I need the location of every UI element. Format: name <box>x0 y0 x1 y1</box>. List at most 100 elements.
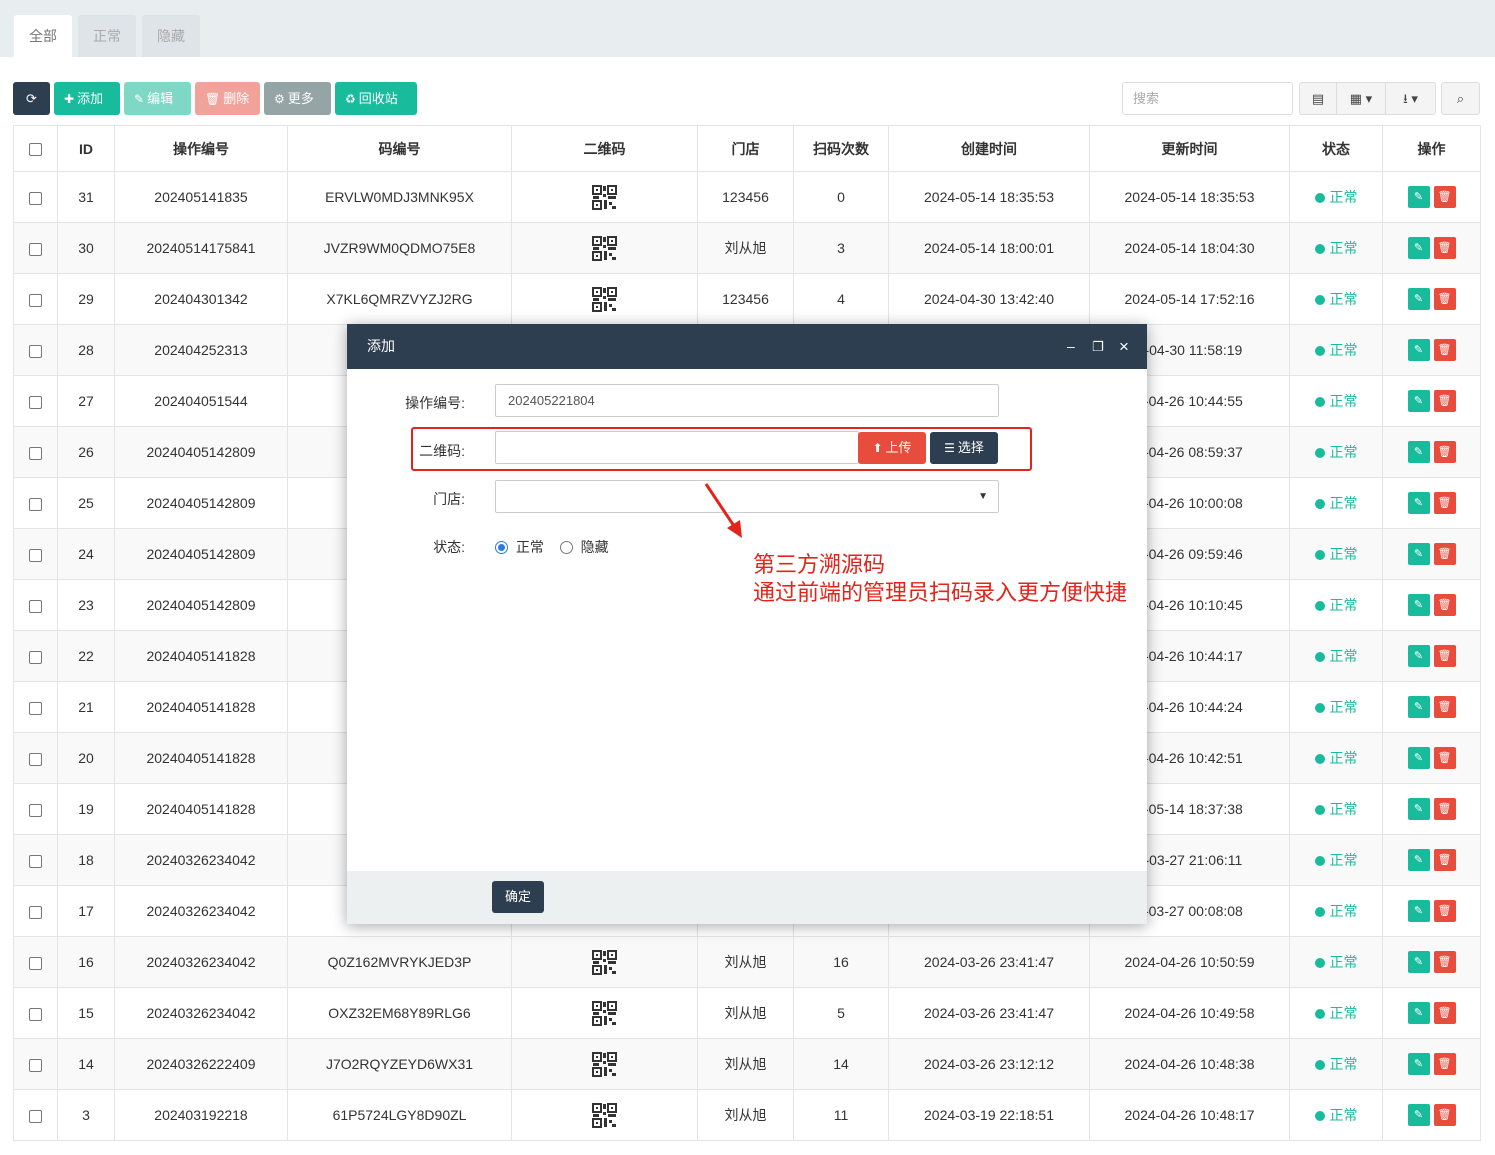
more-button[interactable]: ⚙ 更多 <box>264 82 331 115</box>
row-delete-button[interactable]: 🗑 <box>1433 441 1456 463</box>
row-edit-button[interactable]: ✎ <box>1407 849 1430 871</box>
col-id[interactable]: ID <box>57 125 115 172</box>
row-checkbox[interactable] <box>13 426 58 478</box>
row-checkbox[interactable] <box>13 936 58 988</box>
maximize-icon[interactable]: ❐ <box>1092 324 1104 369</box>
row-edit-button[interactable]: ✎ <box>1407 339 1430 361</box>
qrcode-icon[interactable] <box>592 1000 617 1026</box>
status-normal-radio[interactable] <box>495 541 508 554</box>
op-no-field[interactable]: 202405221804 <box>495 384 999 417</box>
qrcode-icon[interactable] <box>592 184 617 210</box>
cell-status[interactable]: 正常 <box>1289 528 1383 580</box>
row-checkbox[interactable] <box>13 579 58 631</box>
row-checkbox[interactable] <box>13 1038 58 1090</box>
row-edit-button[interactable]: ✎ <box>1407 747 1430 769</box>
row-delete-button[interactable]: 🗑 <box>1433 390 1456 412</box>
row-delete-button[interactable]: 🗑 <box>1433 492 1456 514</box>
select-all-checkbox[interactable] <box>13 125 58 172</box>
row-checkbox[interactable] <box>13 885 58 937</box>
row-checkbox[interactable] <box>13 732 58 784</box>
row-checkbox[interactable] <box>13 681 58 733</box>
cell-status[interactable]: 正常 <box>1289 222 1383 274</box>
row-edit-button[interactable]: ✎ <box>1407 594 1430 616</box>
row-checkbox[interactable] <box>13 630 58 682</box>
add-button[interactable]: ✚ 添加 <box>54 82 120 115</box>
refresh-button[interactable]: ⟳ <box>13 82 50 115</box>
row-checkbox[interactable] <box>13 783 58 835</box>
row-checkbox[interactable] <box>13 273 58 325</box>
row-delete-button[interactable]: 🗑 <box>1433 747 1456 769</box>
row-checkbox[interactable] <box>13 171 58 223</box>
col-updated[interactable]: 更新时间 <box>1089 125 1290 172</box>
row-delete-button[interactable]: 🗑 <box>1433 900 1456 922</box>
minimize-icon[interactable]: – <box>1067 324 1075 369</box>
row-edit-button[interactable]: ✎ <box>1407 900 1430 922</box>
row-edit-button[interactable]: ✎ <box>1407 951 1430 973</box>
row-checkbox[interactable] <box>13 1089 58 1141</box>
row-delete-button[interactable]: 🗑 <box>1433 1002 1456 1024</box>
row-delete-button[interactable]: 🗑 <box>1433 798 1456 820</box>
row-delete-button[interactable]: 🗑 <box>1433 594 1456 616</box>
row-delete-button[interactable]: 🗑 <box>1433 645 1456 667</box>
row-edit-button[interactable]: ✎ <box>1407 543 1430 565</box>
row-edit-button[interactable]: ✎ <box>1407 390 1430 412</box>
upload-button[interactable]: ⬆ 上传 <box>858 432 926 464</box>
toggle-view-button[interactable]: ▤ <box>1299 82 1337 115</box>
qrcode-icon[interactable] <box>592 1102 617 1128</box>
search-button[interactable]: ⌕ <box>1441 82 1480 115</box>
cell-status[interactable]: 正常 <box>1289 885 1383 937</box>
search-input[interactable] <box>1122 82 1293 115</box>
row-edit-button[interactable]: ✎ <box>1407 1053 1430 1075</box>
submit-button[interactable]: 确定 <box>492 881 544 913</box>
row-delete-button[interactable]: 🗑 <box>1433 288 1456 310</box>
row-edit-button[interactable]: ✎ <box>1407 186 1430 208</box>
cell-status[interactable]: 正常 <box>1289 732 1383 784</box>
row-delete-button[interactable]: 🗑 <box>1433 696 1456 718</box>
row-checkbox[interactable] <box>13 222 58 274</box>
col-status[interactable]: 状态 <box>1289 125 1383 172</box>
cell-status[interactable]: 正常 <box>1289 171 1383 223</box>
cell-status[interactable]: 正常 <box>1289 477 1383 529</box>
row-checkbox[interactable] <box>13 375 58 427</box>
cell-status[interactable]: 正常 <box>1289 630 1383 682</box>
row-delete-button[interactable]: 🗑 <box>1433 1053 1456 1075</box>
cell-status[interactable]: 正常 <box>1289 834 1383 886</box>
cell-status[interactable]: 正常 <box>1289 1038 1383 1090</box>
cell-status[interactable]: 正常 <box>1289 324 1383 376</box>
row-edit-button[interactable]: ✎ <box>1407 798 1430 820</box>
qrcode-icon[interactable] <box>592 286 617 312</box>
col-qrcode[interactable]: 二维码 <box>511 125 698 172</box>
col-created[interactable]: 创建时间 <box>888 125 1090 172</box>
cell-status[interactable]: 正常 <box>1289 783 1383 835</box>
row-checkbox[interactable] <box>13 987 58 1039</box>
qrcode-icon[interactable] <box>592 949 617 975</box>
cell-status[interactable]: 正常 <box>1289 579 1383 631</box>
row-checkbox[interactable] <box>13 528 58 580</box>
cell-status[interactable]: 正常 <box>1289 1089 1383 1141</box>
export-button[interactable]: ⭳ ▾ <box>1385 82 1436 115</box>
select-button[interactable]: ☰ 选择 <box>930 432 998 464</box>
col-op-no[interactable]: 操作编号 <box>114 125 288 172</box>
close-icon[interactable]: × <box>1119 324 1129 369</box>
cell-status[interactable]: 正常 <box>1289 987 1383 1039</box>
row-checkbox[interactable] <box>13 477 58 529</box>
tab-all[interactable]: 全部 <box>14 15 72 57</box>
cell-status[interactable]: 正常 <box>1289 426 1383 478</box>
edit-button[interactable]: ✎ 编辑 <box>124 82 191 115</box>
row-delete-button[interactable]: 🗑 <box>1433 1104 1456 1126</box>
qrcode-icon[interactable] <box>592 235 617 261</box>
row-edit-button[interactable]: ✎ <box>1407 645 1430 667</box>
row-edit-button[interactable]: ✎ <box>1407 441 1430 463</box>
row-edit-button[interactable]: ✎ <box>1407 288 1430 310</box>
row-delete-button[interactable]: 🗑 <box>1433 186 1456 208</box>
status-hidden-radio[interactable] <box>559 541 573 554</box>
col-scans[interactable]: 扫码次数 <box>793 125 889 172</box>
cell-status[interactable]: 正常 <box>1289 375 1383 427</box>
row-checkbox[interactable] <box>13 324 58 376</box>
cell-status[interactable]: 正常 <box>1289 681 1383 733</box>
qrcode-field[interactable] <box>495 431 859 464</box>
delete-button[interactable]: 🗑 删除 <box>195 82 260 115</box>
row-delete-button[interactable]: 🗑 <box>1433 339 1456 361</box>
row-edit-button[interactable]: ✎ <box>1407 1002 1430 1024</box>
row-edit-button[interactable]: ✎ <box>1407 237 1430 259</box>
